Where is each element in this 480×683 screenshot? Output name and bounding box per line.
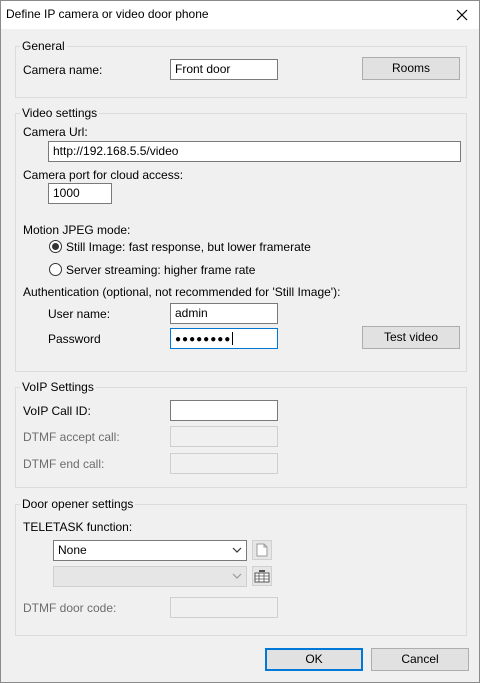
cancel-button[interactable]: Cancel — [371, 648, 469, 671]
general-group-title: General — [20, 39, 67, 53]
ok-button[interactable]: OK — [265, 648, 363, 671]
username-input[interactable]: admin — [170, 303, 278, 324]
mjpeg-mode-label: Motion JPEG mode: — [23, 223, 131, 237]
document-icon-button[interactable] — [252, 540, 272, 560]
title-bar: Define IP camera or video door phone — [1, 1, 479, 29]
teletask-function-dropdown[interactable]: None — [53, 540, 247, 561]
cloud-port-input[interactable]: 1000 — [48, 183, 112, 204]
secondary-function-dropdown — [53, 566, 247, 587]
password-mask: ●●●●●●●● — [175, 334, 232, 345]
dtmf-accept-call-input — [170, 426, 278, 447]
server-streaming-radio-label[interactable]: Server streaming: higher frame rate — [66, 263, 255, 277]
camera-name-input[interactable]: Front door — [170, 59, 278, 80]
chevron-down-icon — [231, 570, 243, 582]
voip-settings-group-title: VoIP Settings — [20, 380, 96, 394]
authentication-label: Authentication (optional, not recommende… — [23, 285, 341, 299]
camera-name-label: Camera name: — [23, 63, 103, 77]
settings-grid-icon — [254, 570, 270, 583]
username-label: User name: — [48, 307, 111, 321]
teletask-function-value: None — [58, 543, 87, 557]
text-caret — [232, 332, 234, 346]
voip-call-id-input[interactable] — [170, 400, 278, 421]
password-label: Password — [48, 332, 101, 346]
settings-icon-button[interactable] — [252, 566, 272, 586]
document-icon — [256, 543, 268, 557]
camera-url-input[interactable]: http://192.168.5.5/video — [48, 141, 461, 162]
close-icon[interactable] — [451, 4, 473, 26]
password-input[interactable]: ●●●●●●●● — [170, 328, 278, 349]
door-opener-group-title: Door opener settings — [20, 497, 136, 511]
teletask-function-label: TELETASK function: — [23, 520, 133, 534]
cloud-port-label: Camera port for cloud access: — [23, 168, 184, 182]
dtmf-end-call-input — [170, 453, 278, 474]
test-video-button[interactable]: Test video — [362, 326, 460, 349]
server-streaming-radio[interactable] — [49, 263, 62, 276]
dialog-window: Define IP camera or video door phone Gen… — [0, 0, 480, 683]
camera-url-label: Camera Url: — [23, 125, 88, 139]
window-title: Define IP camera or video door phone — [6, 7, 209, 21]
chevron-down-icon — [231, 544, 243, 556]
rooms-button[interactable]: Rooms — [362, 57, 460, 80]
voip-call-id-label: VoIP Call ID: — [23, 404, 91, 418]
still-image-radio[interactable] — [49, 240, 62, 253]
dtmf-end-call-label: DTMF end call: — [23, 457, 105, 471]
dtmf-door-code-input — [170, 597, 278, 618]
dtmf-door-code-label: DTMF door code: — [23, 601, 117, 615]
dtmf-accept-call-label: DTMF accept call: — [23, 430, 120, 444]
video-settings-group-title: Video settings — [20, 106, 100, 120]
still-image-radio-label[interactable]: Still Image: fast response, but lower fr… — [66, 240, 311, 254]
